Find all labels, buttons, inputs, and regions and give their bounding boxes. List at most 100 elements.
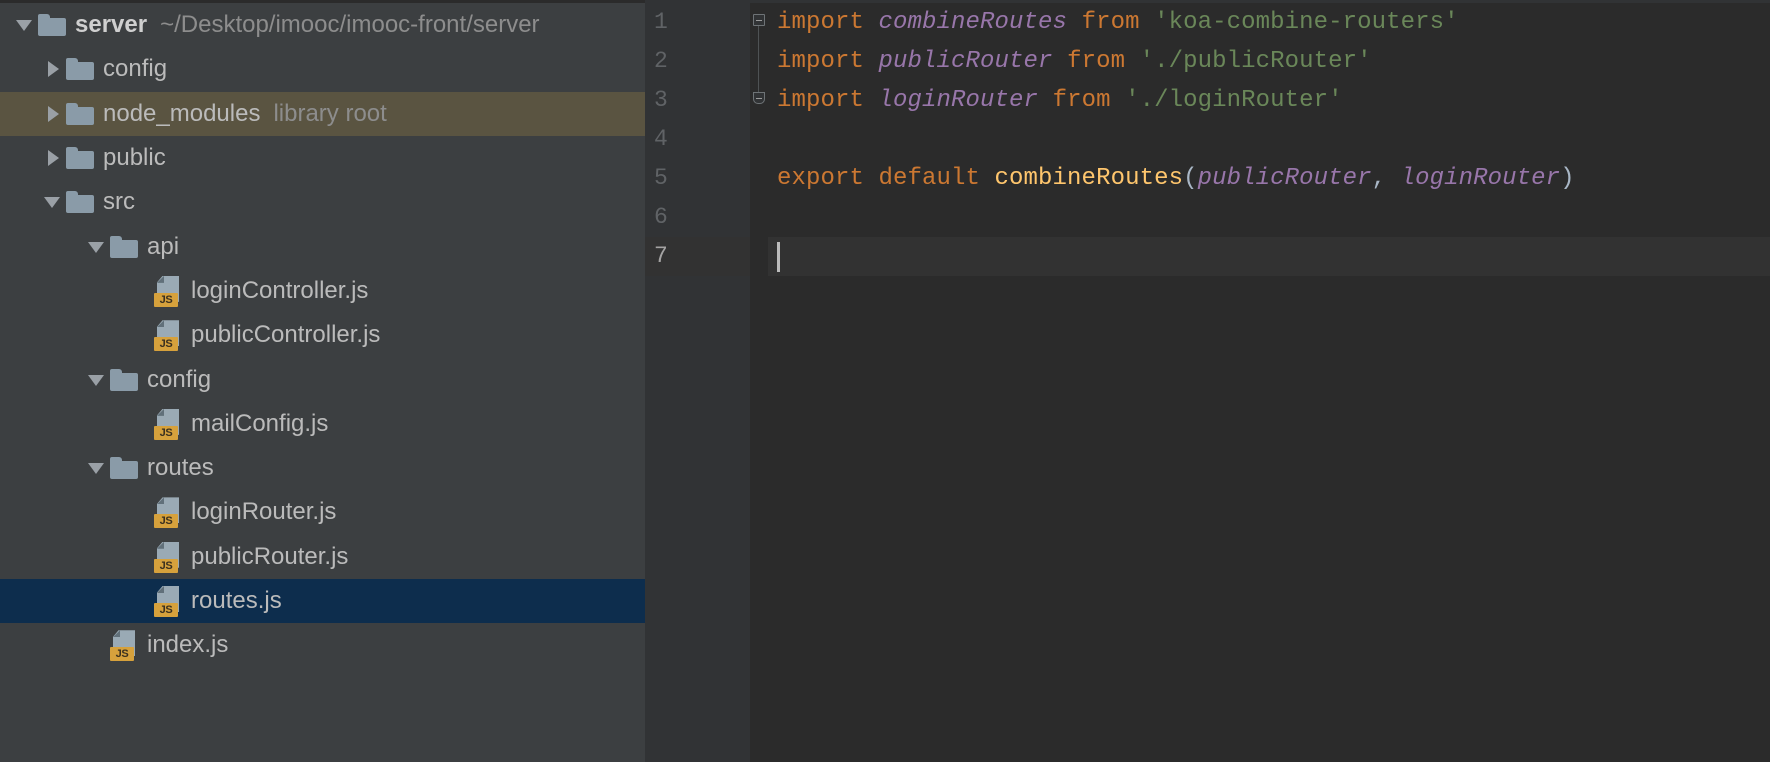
code-token-str: 'koa-combine-routers' [1154, 9, 1459, 36]
tree-row[interactable]: JS mailConfig.js [0, 402, 645, 446]
chevron-down-icon[interactable] [84, 234, 110, 260]
code-token-str: './loginRouter' [1125, 87, 1343, 114]
tree-row[interactable]: api [0, 224, 645, 268]
no-arrow-spacer [128, 544, 154, 570]
tree-row-label: loginRouter.js [191, 498, 337, 526]
code-editor-pane[interactable]: 1 import combineRoutes from 'koa-combine-… [645, 0, 1770, 762]
editor-line-row[interactable]: 3 import loginRouter from './loginRouter' [645, 81, 1770, 120]
code-token-kw: import [777, 48, 879, 75]
editor-line-text[interactable]: import combineRoutes from 'koa-combine-r… [768, 3, 1770, 42]
js-badge-label: JS [154, 558, 178, 573]
code-token-punc: , [1371, 165, 1401, 192]
folder-icon [110, 235, 138, 258]
js-badge-label: JS [154, 337, 178, 352]
tree-row[interactable]: JS index.js [0, 623, 645, 667]
no-arrow-spacer [128, 588, 154, 614]
tree-row[interactable]: public [0, 136, 645, 180]
chevron-right-icon[interactable] [40, 56, 66, 82]
chevron-down-icon[interactable] [40, 189, 66, 215]
line-number: 1 [645, 3, 750, 42]
js-file-icon: JS [154, 408, 182, 440]
fold-gutter-blank [750, 237, 768, 276]
editor-line-text[interactable]: export default combineRoutes(publicRoute… [768, 159, 1770, 198]
folder-icon [66, 147, 94, 170]
line-number: 7 [645, 237, 750, 276]
editor-line-row[interactable]: 7 [645, 237, 1770, 276]
folder-icon [66, 58, 94, 81]
folder-icon [66, 191, 94, 214]
chevron-right-icon[interactable] [40, 101, 66, 127]
editor-line-text[interactable] [768, 120, 1770, 159]
fold-gutter-blank [750, 198, 768, 237]
editor-line-row[interactable]: 2 import publicRouter from './publicRoute… [645, 42, 1770, 81]
js-file-icon: JS [154, 275, 182, 307]
project-tree[interactable]: server ~/Desktop/imooc/imooc-front/server… [0, 3, 645, 667]
folder-icon [110, 457, 138, 480]
fold-marker-icon[interactable] [750, 81, 768, 120]
tree-row[interactable]: JS publicRouter.js [0, 535, 645, 579]
tree-row[interactable]: node_modules library root [0, 91, 645, 136]
code-token-punc: ( [1183, 165, 1198, 192]
no-arrow-spacer [128, 411, 154, 437]
tree-row[interactable]: src [0, 180, 645, 224]
tree-row-label: config [147, 365, 212, 393]
code-token-id: loginRouter [878, 87, 1039, 114]
fold-marker-icon[interactable] [750, 3, 768, 42]
tree-row[interactable]: server ~/Desktop/imooc/imooc-front/server [0, 3, 645, 47]
js-badge-label: JS [154, 292, 178, 307]
code-token-id: loginRouter [1400, 165, 1561, 192]
chevron-down-icon[interactable] [84, 367, 110, 393]
folder-icon [110, 368, 138, 391]
tree-row[interactable]: JS routes.js [0, 578, 645, 624]
editor-line-text[interactable] [768, 198, 1770, 237]
project-tree-pane[interactable]: server ~/Desktop/imooc/imooc-front/server… [0, 0, 645, 762]
editor-line-row[interactable]: 1 import combineRoutes from 'koa-combine-… [645, 3, 1770, 42]
tree-row[interactable]: config [0, 47, 645, 91]
js-file-icon: JS [154, 320, 182, 352]
chevron-right-icon[interactable] [40, 145, 66, 171]
no-arrow-spacer [128, 278, 154, 304]
code-token-kw: import [777, 9, 879, 36]
tree-row[interactable]: JS publicController.js [0, 313, 645, 357]
tree-row[interactable]: JS loginController.js [0, 269, 645, 313]
editor-line-text[interactable] [768, 237, 1770, 276]
code-token-str: './publicRouter' [1139, 48, 1372, 75]
tree-row[interactable]: JS loginRouter.js [0, 490, 645, 534]
code-token-kw: from [1052, 48, 1140, 75]
tree-row-label: src [103, 188, 135, 216]
ide-window: server ~/Desktop/imooc/imooc-front/server… [0, 0, 1770, 762]
tree-row-label: public [103, 144, 166, 172]
editor-line-text[interactable]: import publicRouter from './publicRouter… [768, 42, 1770, 81]
tree-row-label: routes [147, 454, 214, 482]
no-arrow-spacer [128, 499, 154, 525]
code-token-kw: from [1067, 9, 1155, 36]
tree-row-label: index.js [147, 631, 229, 659]
code-token-fn: combineRoutes [994, 165, 1184, 192]
line-number: 5 [645, 159, 750, 198]
no-arrow-spacer [128, 322, 154, 348]
fold-marker-icon[interactable] [750, 42, 768, 81]
js-file-icon: JS [154, 541, 182, 573]
tree-row-label: config [103, 55, 168, 83]
folder-icon [66, 102, 94, 125]
tree-row-label: publicController.js [191, 321, 381, 349]
tree-row-label: mailConfig.js [191, 409, 329, 437]
code-token-id: publicRouter [878, 48, 1053, 75]
js-file-icon: JS [154, 586, 182, 617]
chevron-down-icon[interactable] [84, 455, 110, 481]
editor-line-row[interactable]: 5 export default combineRoutes(publicRout… [645, 159, 1770, 198]
chevron-down-icon[interactable] [12, 12, 38, 38]
line-number: 4 [645, 120, 750, 159]
tree-row-label: node_modules [103, 99, 261, 127]
editor-line-text[interactable]: import loginRouter from './loginRouter' [768, 81, 1770, 120]
editor-code-area[interactable]: 1 import combineRoutes from 'koa-combine-… [645, 3, 1770, 762]
editor-line-row[interactable]: 4 [645, 120, 1770, 159]
tree-row[interactable]: config [0, 357, 645, 401]
no-arrow-spacer [84, 632, 110, 658]
js-file-icon: JS [110, 630, 138, 662]
tree-row[interactable]: routes [0, 446, 645, 490]
editor-line-row[interactable]: 6 [645, 198, 1770, 237]
fold-gutter-blank [750, 120, 768, 159]
js-badge-label: JS [110, 647, 134, 662]
tree-row-label: routes.js [191, 587, 282, 614]
